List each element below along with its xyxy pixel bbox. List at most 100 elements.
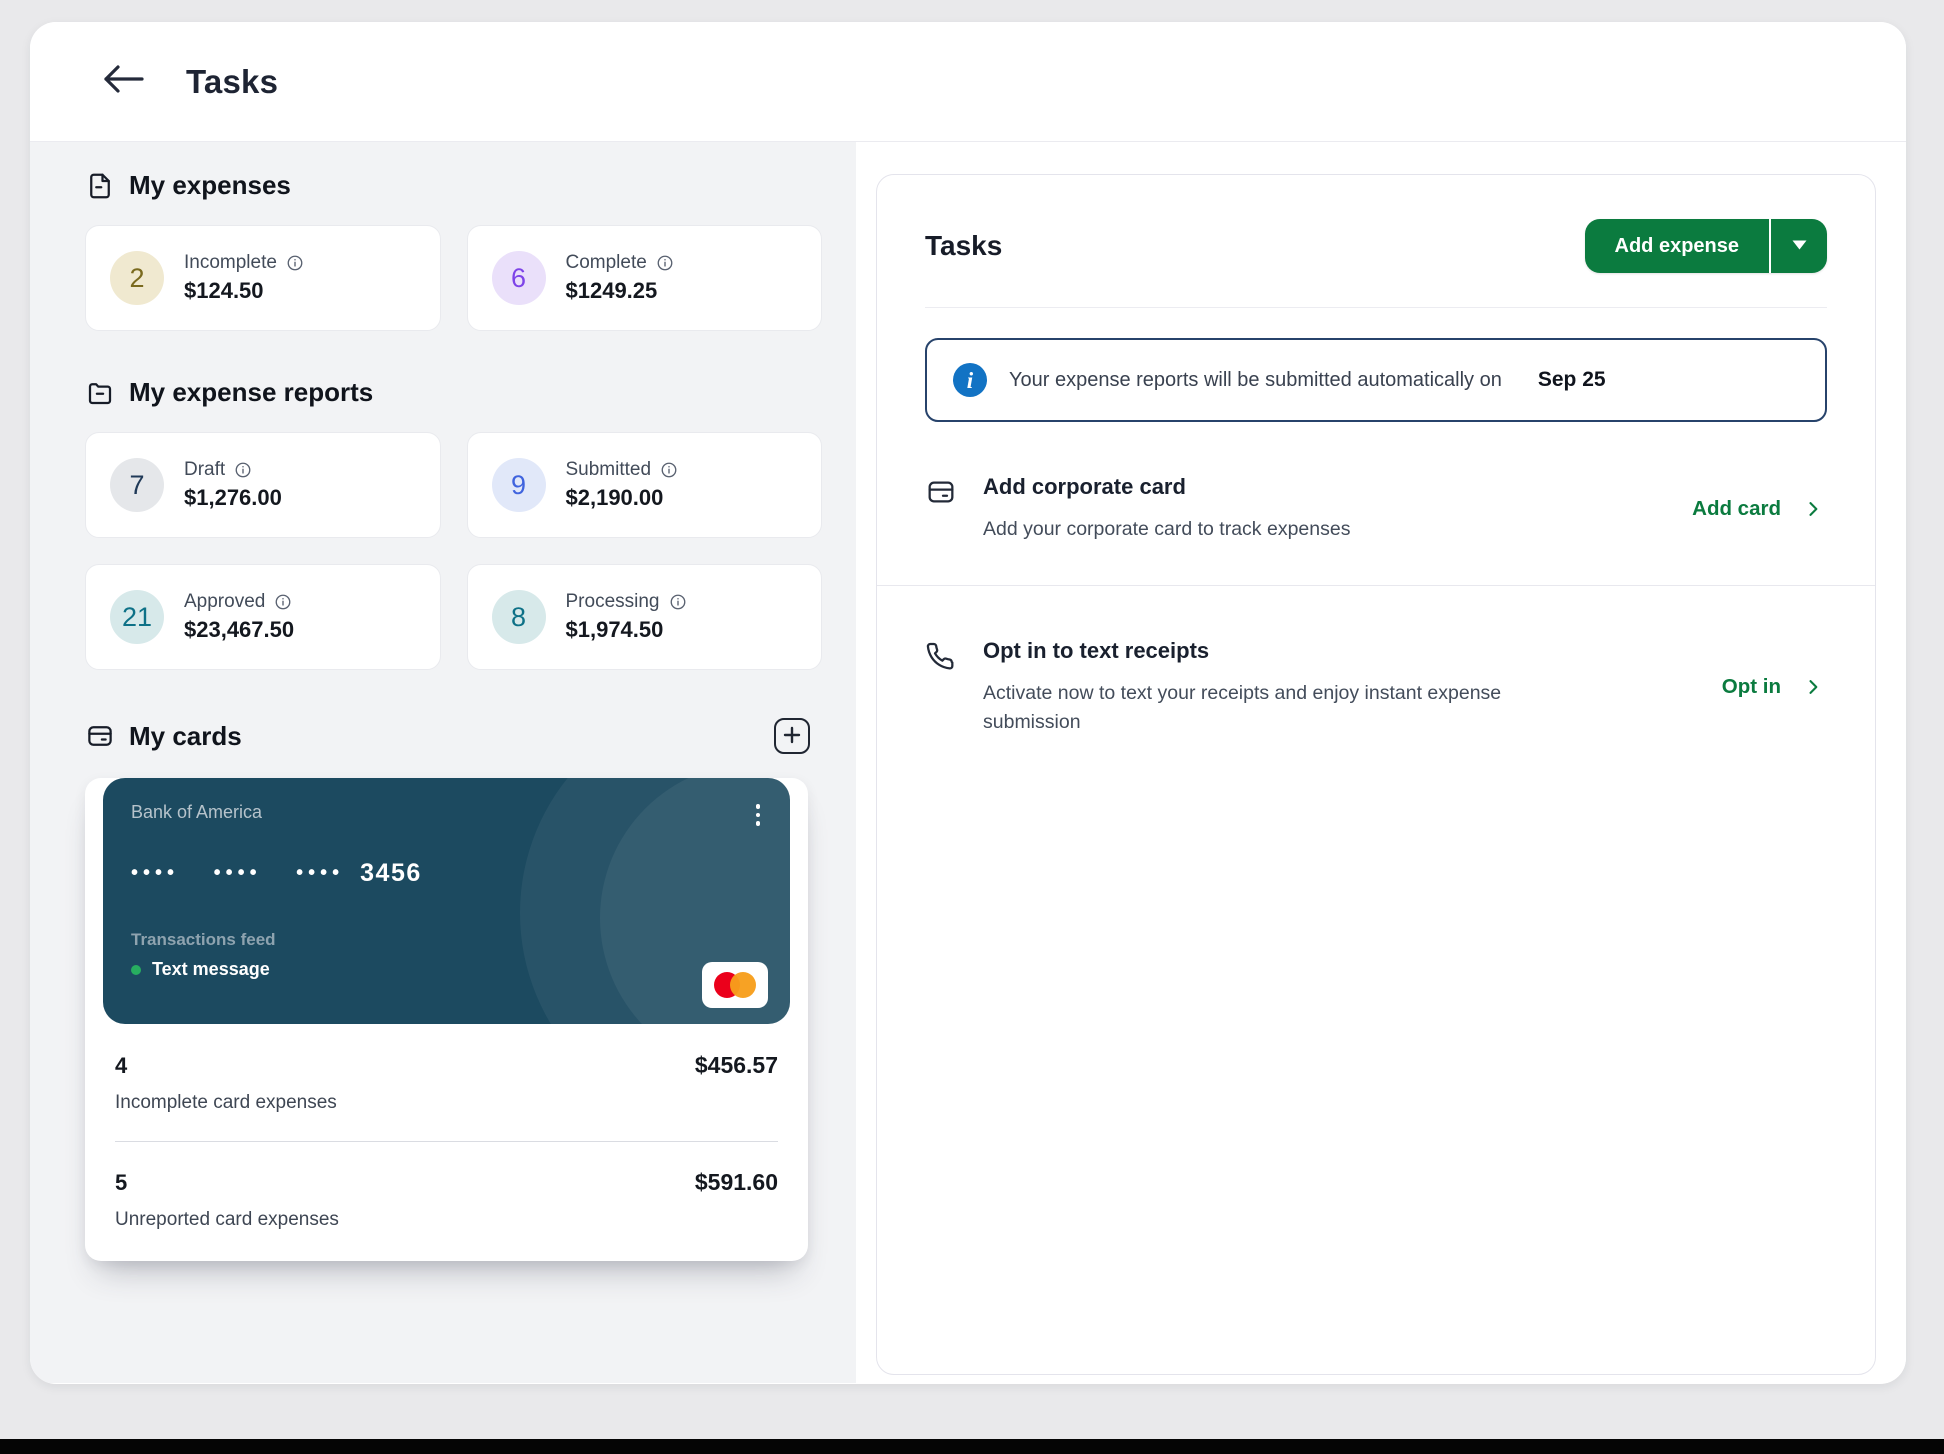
report-stats-grid-row1: 7 Draft $1,276.00 9 xyxy=(85,432,822,538)
opt-in-link[interactable]: Opt in xyxy=(1722,675,1823,699)
arrow-left-icon xyxy=(100,62,146,101)
card-menu-button[interactable] xyxy=(752,800,765,830)
chevron-right-icon xyxy=(1803,677,1823,697)
row-label: Incomplete card expenses xyxy=(115,1092,778,1114)
stat-label: Submitted xyxy=(566,459,652,481)
mastercard-icon xyxy=(702,962,768,1008)
add-card-link[interactable]: Add card xyxy=(1692,497,1823,521)
stat-card-approved[interactable]: 21 Approved $23,467.50 xyxy=(85,564,441,670)
expense-stats-grid: 2 Incomplete $124.50 6 xyxy=(85,225,822,331)
bank-name: Bank of America xyxy=(131,802,762,823)
divider xyxy=(115,1141,778,1142)
banner-message: Your expense reports will be submitted a… xyxy=(1009,369,1502,392)
app-window: Tasks My expenses 2 Incomplete xyxy=(30,22,1906,1384)
chevron-right-icon xyxy=(1803,499,1823,519)
stat-label: Incomplete xyxy=(184,252,277,274)
corporate-card-icon xyxy=(925,476,957,508)
section-title: My cards xyxy=(129,721,242,752)
plus-icon xyxy=(783,726,801,747)
cards-panel: Bank of America •••• •••• •••• 3456 Tran… xyxy=(85,778,808,1261)
card-expense-row-unreported[interactable]: 5 $591.60 Unreported card expenses xyxy=(115,1169,778,1231)
card-icon xyxy=(85,721,115,751)
count-badge: 7 xyxy=(110,458,164,512)
stat-amount: $23,467.50 xyxy=(184,617,294,643)
count-badge: 9 xyxy=(492,458,546,512)
info-icon[interactable] xyxy=(286,254,304,272)
task-body: Add corporate card Add your corporate ca… xyxy=(983,474,1666,543)
row-amount: $456.57 xyxy=(695,1052,778,1079)
stat-label: Approved xyxy=(184,591,265,613)
row-amount: $591.60 xyxy=(695,1169,778,1196)
page-title: Tasks xyxy=(186,63,278,101)
bank-card: Bank of America •••• •••• •••• 3456 Tran… xyxy=(103,778,790,1024)
stat-label: Draft xyxy=(184,459,225,481)
caret-down-icon xyxy=(1792,237,1807,255)
count-badge: 2 xyxy=(110,251,164,305)
task-body: Opt in to text receipts Activate now to … xyxy=(983,638,1696,736)
task-row-add-corporate-card: Add corporate card Add your corporate ca… xyxy=(925,474,1827,543)
report-stats-grid-row2: 21 Approved $23,467.50 8 xyxy=(85,564,822,670)
add-expense-button[interactable]: Add expense xyxy=(1585,219,1769,273)
add-expense-split-button: Add expense xyxy=(1585,219,1827,273)
my-cards-heading-row: My cards xyxy=(85,718,822,754)
folder-icon xyxy=(85,378,115,408)
divider xyxy=(925,307,1827,308)
my-cards-heading: My cards xyxy=(85,721,242,752)
card-expense-summary: 4 $456.57 Incomplete card expenses 5 $59… xyxy=(85,1024,808,1261)
feed-status-row: Text message xyxy=(131,959,762,980)
info-icon[interactable] xyxy=(234,461,252,479)
auto-submit-banner: Your expense reports will be submitted a… xyxy=(925,338,1827,422)
stat-card-draft[interactable]: 7 Draft $1,276.00 xyxy=(85,432,441,538)
info-icon[interactable] xyxy=(656,254,674,272)
section-title: My expenses xyxy=(129,170,291,201)
count-badge: 6 xyxy=(492,251,546,305)
my-expense-reports-heading: My expense reports xyxy=(85,377,822,408)
screen-edge-bar xyxy=(0,1439,1944,1454)
count-badge: 8 xyxy=(492,590,546,644)
card-number-mask: •••• •••• •••• xyxy=(131,862,344,885)
stat-amount: $2,190.00 xyxy=(566,485,679,511)
card-number: •••• •••• •••• 3456 xyxy=(131,859,762,888)
app-header: Tasks xyxy=(30,22,1906,142)
stat-card-submitted[interactable]: 9 Submitted $2,190.00 xyxy=(467,432,823,538)
stat-label: Processing xyxy=(566,591,660,613)
section-title: My expense reports xyxy=(129,377,373,408)
phone-icon xyxy=(925,640,957,672)
sidebar: My expenses 2 Incomplete $124.50 xyxy=(30,142,856,1383)
action-label: Opt in xyxy=(1722,675,1781,699)
task-title: Opt in to text receipts xyxy=(983,638,1696,664)
stat-card-incomplete[interactable]: 2 Incomplete $124.50 xyxy=(85,225,441,331)
add-expense-dropdown-button[interactable] xyxy=(1771,219,1827,273)
row-count: 4 xyxy=(115,1053,127,1079)
divider xyxy=(877,585,1875,586)
my-expenses-heading: My expenses xyxy=(85,170,822,201)
info-icon[interactable] xyxy=(660,461,678,479)
back-button[interactable] xyxy=(100,65,146,99)
add-card-button[interactable] xyxy=(774,718,810,754)
stat-label: Complete xyxy=(566,252,647,274)
count-badge: 21 xyxy=(110,590,164,644)
row-label: Unreported card expenses xyxy=(115,1209,778,1231)
card-expense-row-incomplete[interactable]: 4 $456.57 Incomplete card expenses xyxy=(115,1052,778,1114)
main-content: Tasks Add expense Your expense xyxy=(856,142,1906,1383)
task-row-opt-in-text-receipts: Opt in to text receipts Activate now to … xyxy=(925,638,1827,736)
status-dot xyxy=(131,965,141,975)
card-number-last4: 3456 xyxy=(360,859,422,888)
task-subtitle: Add your corporate card to track expense… xyxy=(983,515,1523,543)
info-icon[interactable] xyxy=(669,593,687,611)
row-count: 5 xyxy=(115,1170,127,1196)
tasks-panel-header: Tasks Add expense xyxy=(925,219,1827,273)
stat-amount: $1249.25 xyxy=(566,278,674,304)
stat-amount: $1,974.50 xyxy=(566,617,687,643)
tasks-panel: Tasks Add expense Your expense xyxy=(876,174,1876,1375)
stat-card-processing[interactable]: 8 Processing $1,974.50 xyxy=(467,564,823,670)
transactions-feed-label: Transactions feed xyxy=(131,930,762,950)
info-icon[interactable] xyxy=(274,593,292,611)
document-icon xyxy=(85,171,115,201)
stat-amount: $124.50 xyxy=(184,278,304,304)
task-title: Add corporate card xyxy=(983,474,1666,500)
task-subtitle: Activate now to text your receipts and e… xyxy=(983,679,1523,736)
stat-amount: $1,276.00 xyxy=(184,485,282,511)
banner-date: Sep 25 xyxy=(1538,368,1606,392)
stat-card-complete[interactable]: 6 Complete $1249.25 xyxy=(467,225,823,331)
